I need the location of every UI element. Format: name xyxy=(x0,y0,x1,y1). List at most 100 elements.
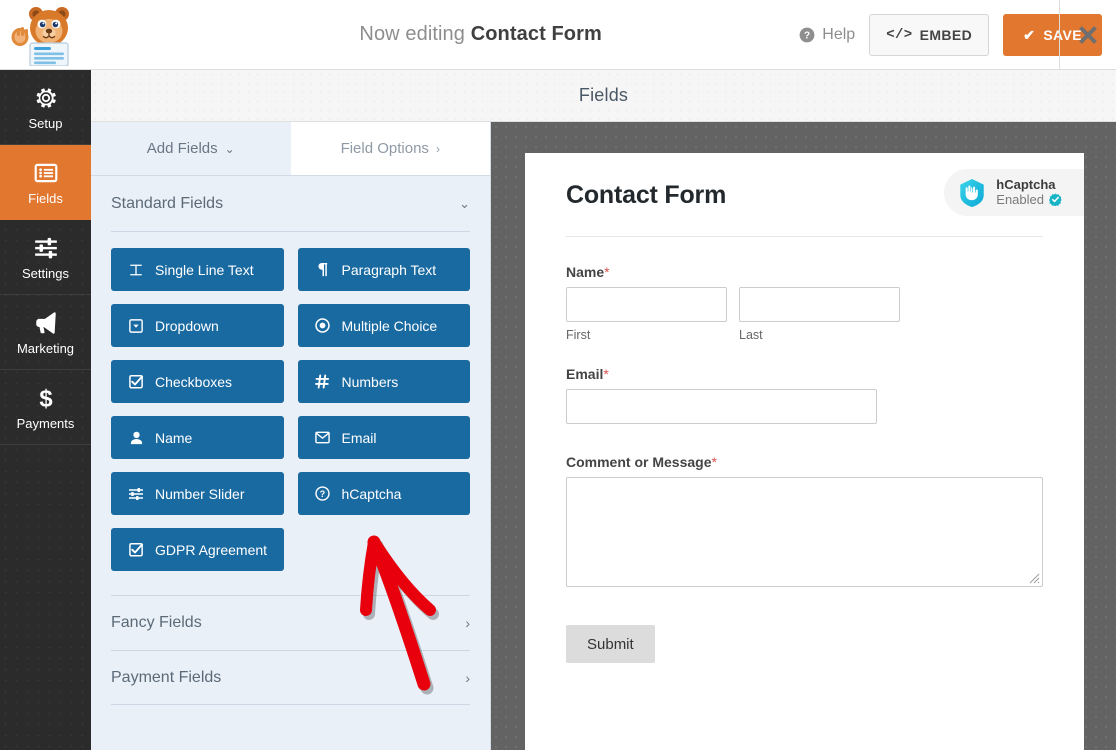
gear-icon xyxy=(36,87,56,108)
hcaptcha-hand-icon xyxy=(960,178,984,207)
name-subfields-row: First Last xyxy=(566,287,1043,342)
standard-fields-section-header[interactable]: Standard Fields ⌄ xyxy=(111,176,470,232)
embed-button[interactable]: </> EMBED xyxy=(869,13,990,56)
field-label: Comment or Message* xyxy=(566,454,1043,470)
form-field-name[interactable]: Name* First Last xyxy=(566,264,1043,342)
sidebar-item-marketing[interactable]: Marketing xyxy=(0,295,91,370)
list-icon xyxy=(34,163,57,182)
field-button-dropdown[interactable]: Dropdown xyxy=(111,304,284,347)
payment-fields-section[interactable]: Payment Fields › xyxy=(111,650,470,705)
sidebar-item-label: Setup xyxy=(28,115,63,131)
form-preview-title: Contact Form xyxy=(566,181,727,209)
sidebar-item-settings[interactable]: Settings xyxy=(0,220,91,295)
field-button-number-slider[interactable]: Number Slider xyxy=(111,472,284,515)
chevron-right-icon: › xyxy=(465,615,470,631)
close-icon xyxy=(1079,26,1097,44)
form-header: Contact Form hCaptcha Enabled xyxy=(566,169,1084,237)
slider-icon xyxy=(128,486,144,502)
field-button-label: GDPR Agreement xyxy=(155,541,268,558)
chevron-right-icon: › xyxy=(435,141,440,156)
field-label: Email* xyxy=(566,366,1043,382)
field-button-numbers[interactable]: Numbers xyxy=(297,360,470,403)
field-button-label: Email xyxy=(341,429,377,446)
field-label-text: Email xyxy=(566,366,604,382)
subheader-title: Fields xyxy=(578,85,629,105)
help-button[interactable]: ? Help xyxy=(799,26,855,44)
form-field-comment[interactable]: Comment or Message* xyxy=(566,454,1043,587)
last-name-input[interactable] xyxy=(739,287,900,322)
panel-tab-bar: Add Fields ⌄ Field Options › xyxy=(91,122,490,176)
wpforms-form-builder: Now editing Contact Form ? Help </> EMBE… xyxy=(0,0,1116,750)
chevron-down-icon: ⌄ xyxy=(224,141,235,156)
hcaptcha-status-label: Enabled xyxy=(996,191,1044,207)
field-button-label: Paragraph Text xyxy=(341,261,437,278)
field-label-text: Name xyxy=(566,264,605,280)
megaphone-icon xyxy=(35,311,56,334)
field-button-gdpr-agreement[interactable]: GDPR Agreement xyxy=(111,528,284,571)
hcaptcha-name: hCaptcha xyxy=(996,176,1056,192)
sidebar-item-label: Marketing xyxy=(16,340,75,356)
field-button-label: Name xyxy=(155,429,193,446)
field-button-paragraph-text[interactable]: Paragraph Text xyxy=(297,248,470,291)
bear-mascot-icon xyxy=(11,6,69,66)
hcaptcha-badge: hCaptcha Enabled xyxy=(944,169,1084,216)
standard-fields-label: Standard Fields xyxy=(111,194,224,212)
close-builder-button[interactable] xyxy=(1060,0,1116,70)
checkbox-icon xyxy=(128,542,144,558)
panel-subheader: Fields xyxy=(91,70,1116,122)
field-button-email[interactable]: Email xyxy=(297,416,470,459)
first-name-sublabel: First xyxy=(566,328,591,342)
question-circle-icon: ? xyxy=(315,486,331,502)
svg-text:?: ? xyxy=(804,30,810,41)
first-name-input[interactable] xyxy=(566,287,727,322)
sidebar-item-payments[interactable]: $ Payments xyxy=(0,370,91,445)
field-button-label: hCaptcha xyxy=(341,485,402,502)
required-asterisk: * xyxy=(711,454,717,470)
tab-field-options[interactable]: Field Options › xyxy=(290,122,490,175)
form-field-email[interactable]: Email* xyxy=(566,366,1043,424)
pilcrow-icon xyxy=(315,262,331,278)
fancy-fields-section[interactable]: Fancy Fields › xyxy=(111,595,470,650)
submit-button[interactable]: Submit xyxy=(566,625,655,663)
field-button-label: Checkboxes xyxy=(155,373,233,390)
radio-button-icon xyxy=(315,318,331,334)
text-cursor-icon xyxy=(128,262,144,278)
email-input[interactable] xyxy=(566,389,877,424)
sidebar-item-label: Payments xyxy=(16,415,75,431)
field-button-single-line-text[interactable]: Single Line Text xyxy=(111,248,284,291)
wpforms-logo xyxy=(0,0,92,70)
field-button-label: Multiple Choice xyxy=(341,317,438,334)
field-button-multiple-choice[interactable]: Multiple Choice xyxy=(297,304,470,347)
hcaptcha-status-row: Enabled xyxy=(996,191,1062,208)
embed-label: EMBED xyxy=(919,26,973,43)
name-first-col: First xyxy=(566,287,727,342)
standard-fields-grid: Single Line Text Paragraph Text Dropdown… xyxy=(91,232,490,577)
comment-textarea[interactable] xyxy=(566,477,1043,587)
resize-handle-icon[interactable] xyxy=(1029,573,1040,584)
field-button-label: Numbers xyxy=(341,373,399,390)
field-button-checkboxes[interactable]: Checkboxes xyxy=(111,360,284,403)
field-button-name[interactable]: Name xyxy=(111,416,284,459)
field-label: Name* xyxy=(566,264,1043,280)
dropdown-caret-icon xyxy=(128,318,144,334)
field-button-label: Number Slider xyxy=(155,485,245,502)
hcaptcha-badge-text: hCaptcha Enabled xyxy=(996,176,1062,208)
fancy-fields-label: Fancy Fields xyxy=(111,614,202,631)
user-icon xyxy=(128,430,144,446)
field-label-text: Comment or Message xyxy=(566,454,712,470)
question-circle-icon: ? xyxy=(799,27,815,42)
name-last-col: Last xyxy=(739,287,900,342)
verified-check-icon xyxy=(1049,193,1062,207)
field-button-label: Dropdown xyxy=(155,317,219,334)
chevron-right-icon: › xyxy=(465,669,470,686)
sidebar-item-fields[interactable]: Fields xyxy=(0,145,91,220)
required-asterisk: * xyxy=(603,366,609,382)
add-fields-panel: Add Fields ⌄ Field Options › Standard Fi… xyxy=(91,122,491,750)
sidebar-item-setup[interactable]: Setup xyxy=(0,70,91,145)
sliders-icon xyxy=(34,237,57,258)
tab-add-fields[interactable]: Add Fields ⌄ xyxy=(91,122,291,175)
form-fields-list: Name* First Last Email* Comment or Messa… xyxy=(566,237,1043,663)
help-label: Help xyxy=(822,25,856,43)
svg-text:?: ? xyxy=(320,489,325,499)
field-button-hcaptcha[interactable]: ? hCaptcha xyxy=(297,472,470,515)
